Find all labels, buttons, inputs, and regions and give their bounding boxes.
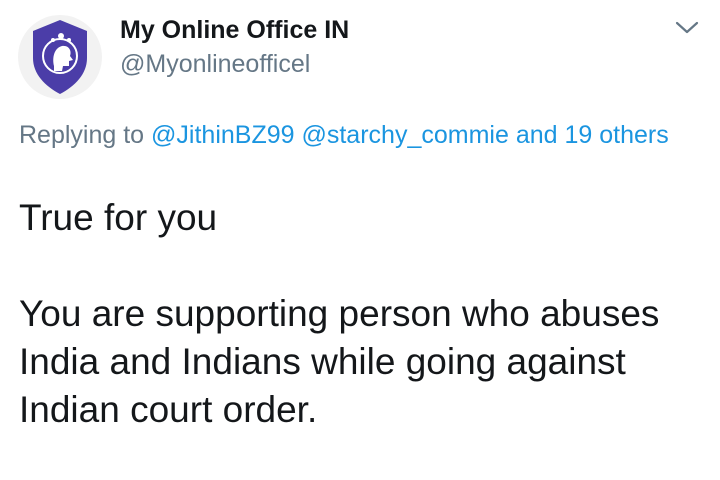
- author-block[interactable]: My Online Office IN @Myonlineofficel: [120, 14, 349, 80]
- mention-link-jithinbz99[interactable]: @JithinBZ99: [151, 121, 295, 149]
- more-menu-button[interactable]: [672, 15, 702, 39]
- tweet-card: N My Online Office IN @Myonlineofficel R…: [0, 0, 720, 480]
- user-handle[interactable]: @Myonlineofficel: [120, 48, 349, 80]
- shield-logo-icon: N: [18, 15, 102, 99]
- tweet-text-line-1: True for you: [19, 197, 218, 238]
- chevron-down-icon: [675, 21, 699, 34]
- others-link[interactable]: and 19 others: [516, 121, 669, 149]
- replying-to-line: Replying to @JithinBZ99 @starchy_commie …: [19, 118, 679, 152]
- tweet-text-paragraph-2: You are supporting person who abuses Ind…: [19, 293, 660, 430]
- mention-link-starchy-commie[interactable]: @starchy_commie: [301, 121, 508, 149]
- avatar[interactable]: N: [17, 14, 103, 100]
- tweet-text: True for you You are supporting person w…: [19, 194, 709, 434]
- replying-to-label: Replying to: [19, 121, 145, 149]
- display-name[interactable]: My Online Office IN: [120, 14, 349, 46]
